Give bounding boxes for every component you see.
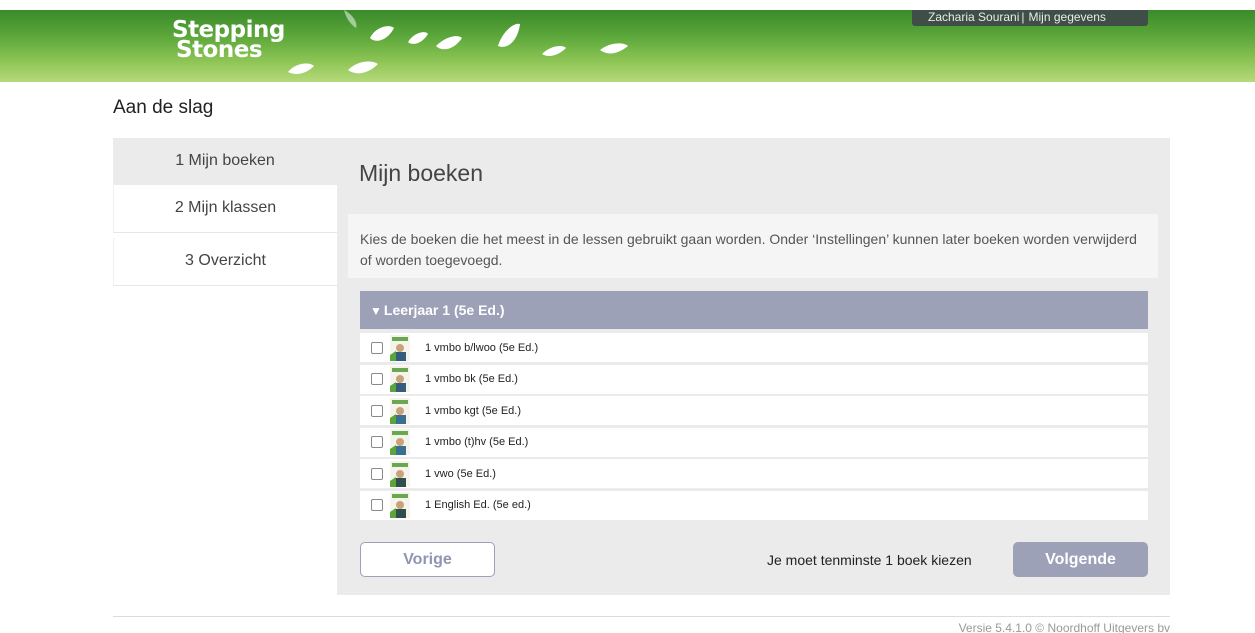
steps-nav: 1 Mijn boeken 2 Mijn klassen 3 Overzicht xyxy=(113,138,337,291)
panel-title: Mijn boeken xyxy=(359,160,484,186)
book-label: 1 vmbo (t)hv (5e Ed.) xyxy=(425,436,529,448)
user-name[interactable]: Zacharia Sourani xyxy=(928,10,1019,24)
book-checkbox[interactable] xyxy=(371,499,383,511)
step-overview[interactable]: 3 Overzicht xyxy=(113,238,337,286)
list-item[interactable]: 1 vmbo (t)hv (5e Ed.) xyxy=(360,427,1148,457)
user-menu-separator: | xyxy=(1021,10,1025,24)
book-checkbox[interactable] xyxy=(371,404,383,417)
my-details-link[interactable]: Mijn gegevens xyxy=(1029,10,1106,24)
triangle-down-icon: ▼ xyxy=(370,304,382,318)
book-cover-icon xyxy=(390,492,410,518)
app-header: Stepping Stones Zacharia Sourani | Mijn ge… xyxy=(0,10,1255,82)
next-button[interactable]: Volgende xyxy=(1013,542,1148,577)
selection-hint: Je moet tenminste 1 boek kiezen xyxy=(767,552,972,568)
step-my-books[interactable]: 1 Mijn boeken xyxy=(113,138,337,185)
footer-divider xyxy=(113,616,1170,617)
leaves-decoration-icon xyxy=(288,10,628,74)
step-my-classes[interactable]: 2 Mijn klassen xyxy=(113,185,337,233)
list-item[interactable]: 1 vmbo kgt (5e Ed.) xyxy=(360,396,1148,425)
group-title: Leerjaar 1 (5e Ed.) xyxy=(383,302,505,318)
book-checkbox[interactable] xyxy=(371,341,383,354)
book-label: 1 vwo (5e Ed.) xyxy=(425,467,496,480)
book-checkbox[interactable] xyxy=(371,373,383,385)
stepping-stones-logo[interactable]: Stepping Stones xyxy=(172,19,285,63)
books-panel: Mijn boeken Kies de boeken die het meest… xyxy=(337,138,1170,595)
book-cover-icon xyxy=(390,429,410,455)
book-cover-icon xyxy=(390,460,410,487)
version-text: Versie 5.4.1.0 © Noordhoff Uitgevers bv xyxy=(958,621,1170,633)
book-cover-icon xyxy=(390,334,410,361)
logo-line2: Stones xyxy=(176,37,263,63)
list-item[interactable]: 1 vmbo bk (5e Ed.) xyxy=(360,364,1148,394)
book-label: 1 vmbo bk (5e Ed.) xyxy=(425,373,518,385)
book-checkbox[interactable] xyxy=(371,467,383,480)
intro-text: Kies de boeken die het meest in de lesse… xyxy=(348,214,1158,278)
list-item[interactable]: 1 English Ed. (5e ed.) xyxy=(360,490,1148,520)
list-item[interactable]: 1 vmbo b/lwoo (5e Ed.) xyxy=(360,333,1148,362)
book-cover-icon xyxy=(390,366,410,392)
book-label: 1 English Ed. (5e ed.) xyxy=(425,499,531,511)
book-label: 1 vmbo kgt (5e Ed.) xyxy=(425,404,521,417)
page-title: Aan de slag xyxy=(113,97,214,118)
previous-button[interactable]: Vorige xyxy=(360,542,495,577)
book-label: 1 vmbo b/lwoo (5e Ed.) xyxy=(425,341,539,354)
list-item[interactable]: 1 vwo (5e Ed.) xyxy=(360,459,1148,488)
user-menu: Zacharia Sourani | Mijn gegevens xyxy=(912,10,1148,26)
group-header-leerjaar-1[interactable]: ▼ Leerjaar 1 (5e Ed.) xyxy=(360,291,1148,329)
book-checkbox[interactable] xyxy=(371,436,383,448)
book-list: 1 vmbo b/lwoo (5e Ed.) 1 vmbo bk (5e Ed.… xyxy=(360,333,1148,522)
book-cover-icon xyxy=(390,397,410,424)
